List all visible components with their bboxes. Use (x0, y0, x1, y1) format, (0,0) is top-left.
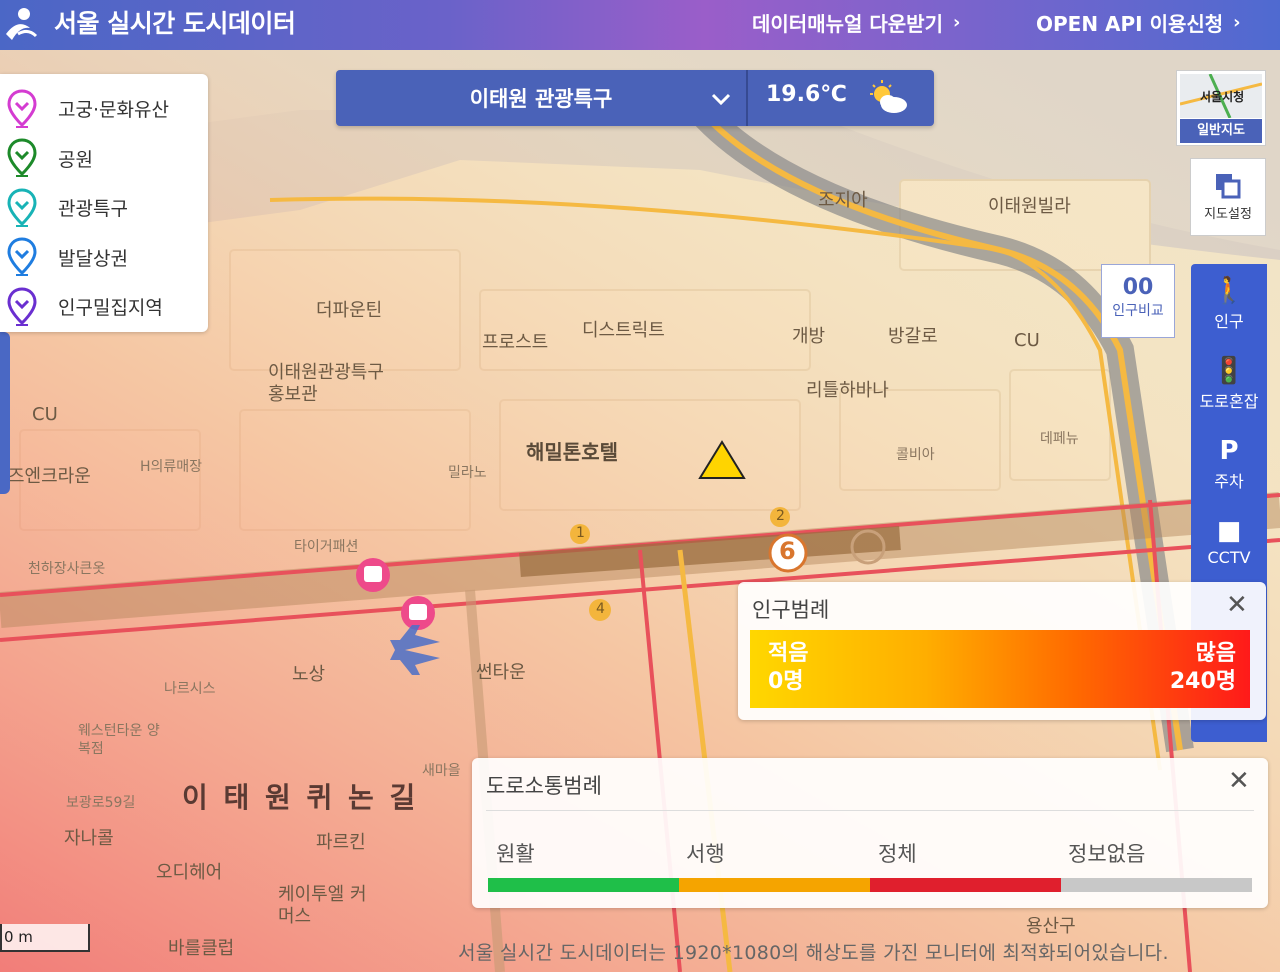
map-pin-icon (7, 287, 37, 326)
population-legend: 인구범례 ✕ 적음 0명 많음 240명 (738, 582, 1266, 720)
close-icon[interactable]: ✕ (1228, 766, 1250, 796)
poi-label: 파르킨 (316, 832, 366, 853)
poi-label: 더파운틴 (316, 300, 383, 321)
poi-label: 해밀톤호텔 (526, 440, 618, 464)
poi-label: 프로스트 (482, 332, 549, 353)
open-api-link[interactable]: OPEN API 이용신청 › (1036, 8, 1241, 37)
subway-exit-label: 4 (596, 601, 605, 617)
category-legend: 고궁·문화유산 공원 관광특구 발달상권 인구밀집지역 (0, 74, 208, 332)
area-selector: 이태원 관광특구 19.6℃ (336, 70, 934, 126)
parking-button[interactable]: P 주차 (1191, 424, 1267, 504)
map-type-toggle[interactable]: 서울시청 일반지도 (1176, 70, 1266, 146)
map-thumbnail: 서울시청 (1180, 74, 1262, 118)
legend-title: 인구범례 (752, 598, 830, 622)
map-pin-icon (7, 138, 37, 178)
layers-icon (1216, 174, 1241, 199)
map-pin-icon (7, 89, 37, 128)
poi-label: 개방 (792, 326, 826, 347)
divider (746, 70, 748, 126)
traffic-light-icon: 🚦 (1212, 356, 1246, 386)
chevron-down-icon[interactable] (708, 86, 734, 112)
compare-icon: 00 (1122, 275, 1154, 300)
population-button[interactable]: 🚶 인구 (1191, 264, 1267, 344)
poi-label: 바를클럽 (168, 938, 235, 959)
traffic-level-label: 원활 (496, 842, 535, 866)
poi-label: 보광로59길 (66, 795, 136, 811)
traffic-color-bar (488, 878, 1252, 892)
divider (486, 810, 1254, 811)
poi-label: 케이투엘 커머스 (278, 884, 367, 927)
poi-label: 오디헤어 (156, 862, 223, 883)
manual-download-link[interactable]: 데이터매뉴얼 다운받기 › (752, 8, 960, 37)
poi-label: 나르시스 (164, 681, 216, 697)
traffic-swatch-jam (870, 878, 1061, 892)
partly-cloudy-icon (870, 80, 907, 113)
station-number: 6 (779, 537, 796, 565)
traffic-swatch-nodata (1061, 878, 1252, 892)
poi-label: 데페뉴 (1040, 431, 1079, 447)
map-scale: 0 m (0, 924, 90, 952)
poi-label: 용산구 (1026, 916, 1076, 937)
legend-high: 많음 240명 (1169, 641, 1236, 694)
poi-label: 리틀하바나 (806, 380, 889, 401)
poi-label: H의류매장 (140, 459, 203, 475)
category-item-commercial[interactable]: 발달상권 (6, 233, 208, 283)
person-icon: 🚶 (1212, 276, 1246, 306)
poi-label: 새마을 (422, 763, 461, 779)
poi-label: 콜비아 (896, 447, 935, 463)
subway-exit-label: 1 (576, 525, 585, 541)
street-label: 이 태 원 퀴 논 길 (182, 781, 419, 814)
map-pin-icon (7, 188, 37, 227)
legend-title: 도로소통범례 (486, 774, 602, 798)
traffic-level-label: 정보없음 (1068, 842, 1146, 866)
poi-label: 웨스턴타운 양복점 (78, 723, 160, 757)
category-item-dense-area[interactable]: 인구밀집지역 (6, 282, 208, 332)
traffic-level-label: 정체 (878, 842, 917, 866)
app-title: 서울 실시간 도시데이터 (54, 9, 296, 38)
traffic-legend: 도로소통범례 ✕ 원활 서행 정체 정보없음 (472, 758, 1268, 908)
poi-label: 방갈로 (888, 326, 938, 347)
map-pin-icon (7, 237, 37, 277)
seoul-logo-icon[interactable] (4, 4, 38, 44)
category-item-heritage[interactable]: 고궁·문화유산 (6, 84, 208, 134)
area-dropdown[interactable]: 이태원 관광특구 (336, 70, 746, 126)
top-header: 서울 실시간 도시데이터 데이터매뉴얼 다운받기 › OPEN API 이용신청… (0, 0, 1280, 50)
legend-low: 적음 0명 (768, 641, 809, 694)
category-item-park[interactable]: 공원 (6, 134, 208, 184)
poi-label: CU (32, 404, 58, 425)
cctv-button[interactable]: ■ CCTV (1191, 504, 1267, 584)
poi-label: 밀라노 (448, 465, 487, 481)
population-compare-button[interactable]: 00 인구비교 (1101, 264, 1175, 338)
poi-label: 썬타운 (476, 662, 526, 683)
subway-exit-label: 2 (776, 508, 785, 524)
traffic-swatch-smooth (488, 878, 679, 892)
category-item-tourist-zone[interactable]: 관광특구 (6, 183, 208, 233)
chevron-right-icon: › (952, 12, 961, 33)
temperature: 19.6℃ (766, 82, 847, 107)
cctv-icon: ■ (1216, 516, 1242, 546)
poi-label: 이태원빌라 (988, 196, 1071, 217)
panel-toggle-handle[interactable] (0, 332, 10, 494)
poi-label: 노상 (292, 664, 326, 685)
poi-label: 조지아 (818, 190, 868, 211)
chevron-right-icon: › (1233, 12, 1241, 33)
poi-label: CU (1014, 330, 1040, 351)
close-icon[interactable]: ✕ (1226, 590, 1248, 620)
poi-label: 자나콜 (64, 828, 114, 849)
parking-icon: P (1219, 436, 1239, 466)
poi-label: 타이거패션 (294, 539, 359, 555)
poi-label: 이태원관광특구 홍보관 (268, 362, 384, 405)
poi-label: 천하장사큰옷 (28, 561, 106, 577)
traffic-swatch-slow (679, 878, 870, 892)
poi-label: 즈엔크라운 (8, 466, 91, 487)
map-settings-button[interactable]: 지도설정 (1190, 158, 1266, 236)
road-congestion-button[interactable]: 🚦 도로혼잡 (1191, 344, 1267, 424)
poi-label: 디스트릭트 (582, 320, 665, 341)
traffic-level-label: 서행 (686, 842, 725, 866)
resolution-notice: 서울 실시간 도시데이터는 1920*1080의 해상도를 가진 모니터에 최적… (458, 942, 1169, 964)
